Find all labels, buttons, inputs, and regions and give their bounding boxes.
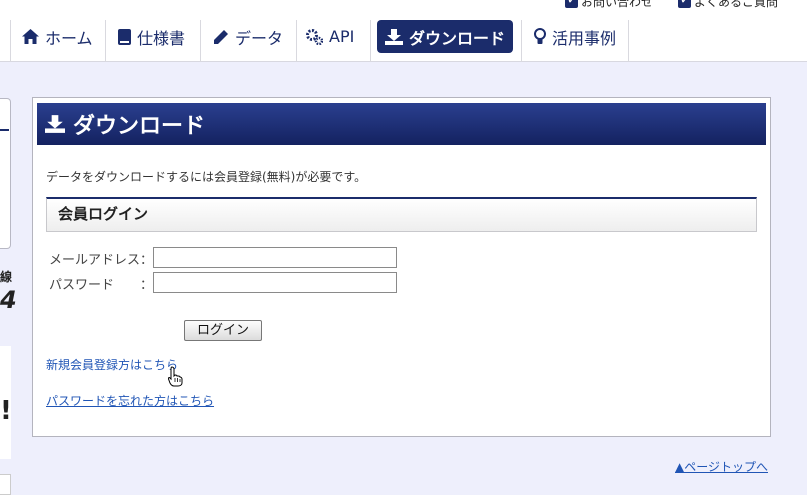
nav-item-cases[interactable]: 活用事例 (526, 20, 624, 53)
nav-divider (370, 20, 371, 62)
email-label: メールアドレス (49, 253, 141, 268)
home-icon (22, 29, 39, 44)
left-fragment-exclaim: ! (0, 396, 12, 426)
nav-item-data[interactable]: データ (205, 20, 291, 53)
nav-label: API (329, 27, 355, 46)
lightbulb-icon (534, 28, 546, 44)
nav-label: ホーム (45, 28, 93, 48)
left-banner: ! (0, 346, 12, 459)
panel-description: データをダウンロードするには会員登録(無料)が必要です。 (46, 170, 367, 184)
forgot-password-link[interactable]: パスワードを忘れた方はこちら (46, 392, 214, 409)
register-link[interactable]: 新規会員登録方はこちら (46, 356, 178, 373)
panel-header: ダウンロード (37, 103, 766, 145)
contact-link-label: お問い合わせ (581, 0, 654, 9)
faq-link-label: よくあるご質問 (694, 0, 779, 9)
nav-divider (296, 20, 297, 62)
nav-item-api[interactable]: API (298, 20, 362, 53)
contact-link[interactable]: ✔ お問い合わせ (565, 0, 653, 10)
download-icon (385, 28, 403, 45)
password-field[interactable] (153, 272, 397, 293)
left-fragment-text: 線 (0, 270, 13, 284)
pencil-icon (214, 29, 228, 44)
nav-label: ダウンロード (409, 28, 506, 48)
checkmark-icon: ✔ (565, 0, 578, 8)
email-colon: ： (140, 253, 154, 268)
left-fragment-number: 4 (0, 286, 17, 314)
nav-label: データ (235, 28, 284, 48)
faq-link[interactable]: ✔ よくあるご質問 (678, 0, 778, 10)
main-navigation: ホーム 仕様書 データ API ダウンロード 活用事例 (0, 10, 807, 62)
password-colon: ： (140, 278, 154, 293)
download-panel: ダウンロード データをダウンロードするには会員登録(無料)が必要です。 会員ログ… (32, 97, 771, 437)
panel-title: ダウンロード (73, 114, 206, 139)
nav-divider (521, 20, 522, 62)
top-utility-bar: ✔ お問い合わせ ✔ よくあるご質問 (0, 0, 807, 10)
nav-divider (105, 20, 106, 62)
left-sidebar-box (0, 98, 11, 249)
left-banner-bottom (0, 474, 11, 495)
nav-divider (200, 20, 201, 62)
login-section-title: 会員ログイン (46, 197, 757, 232)
email-field[interactable] (153, 247, 397, 268)
page-top-link[interactable]: ▲ページトップへ (675, 458, 768, 475)
nav-divider (628, 20, 629, 62)
password-label: パスワード (49, 278, 115, 293)
hand-cursor-icon (167, 366, 183, 391)
download-icon (45, 115, 65, 133)
checkmark-icon: ✔ (678, 0, 691, 8)
nav-divider (10, 20, 11, 62)
nav-label: 活用事例 (552, 28, 617, 48)
nav-label: 仕様書 (137, 28, 186, 48)
gears-icon (306, 28, 323, 45)
nav-item-download[interactable]: ダウンロード (377, 20, 514, 53)
nav-item-home[interactable]: ホーム (14, 20, 101, 53)
book-icon (118, 28, 131, 45)
nav-item-spec[interactable]: 仕様書 (110, 20, 193, 53)
login-button[interactable]: ログイン (184, 320, 262, 341)
